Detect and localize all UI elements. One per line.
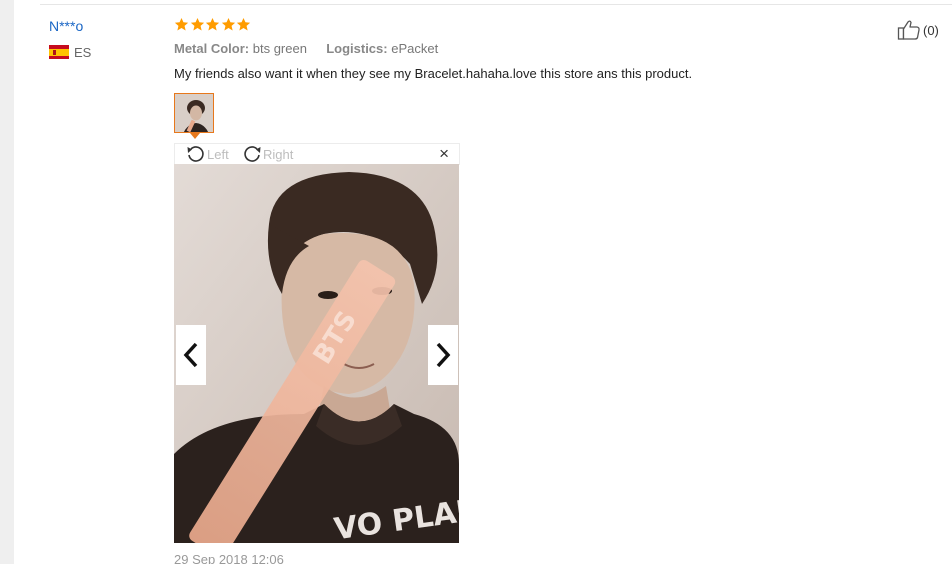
thumbs-up-icon <box>897 20 920 40</box>
like-count: (0) <box>923 22 939 38</box>
buyer-country: ES <box>49 44 91 60</box>
rotate-right-button[interactable]: Right <box>241 144 293 164</box>
previous-photo-button[interactable] <box>176 325 206 385</box>
rotate-left-label: Left <box>207 146 229 162</box>
close-viewer-button[interactable]: × <box>439 145 449 163</box>
thumbnail-pointer <box>190 133 200 139</box>
logistics-value: ePacket <box>391 41 439 56</box>
rotate-cw-icon <box>244 146 261 162</box>
review-photo-thumbnail[interactable] <box>174 93 214 133</box>
country-code: ES <box>74 44 92 60</box>
divider <box>40 4 952 5</box>
rotate-right-label: Right <box>263 146 294 162</box>
metal-color-label: Metal Color: <box>174 41 250 56</box>
order-attributes: Metal Color: bts green Logistics: ePacke… <box>174 41 438 56</box>
photo-viewer: Left Right × VO PLANET# BTS <box>174 143 460 543</box>
review-photo: VO PLANET# BTS <box>174 164 459 543</box>
metal-color-value: bts green <box>252 41 307 56</box>
feedback-page: N***o ES Metal Color: bts green Logistic… <box>0 0 952 564</box>
review-text: My friends also want it when they see my… <box>174 66 693 81</box>
star-icon <box>174 17 189 31</box>
spain-flag-icon <box>49 45 69 59</box>
buyer-name-link[interactable]: N***o <box>49 18 83 34</box>
left-gutter <box>0 0 14 564</box>
next-photo-button[interactable] <box>428 325 458 385</box>
star-icon <box>205 17 220 31</box>
star-icon <box>221 17 235 31</box>
rotate-left-button[interactable]: Left <box>185 144 229 164</box>
review-date: 29 Sep 2018 12:06 <box>174 552 284 564</box>
chevron-right-icon <box>436 342 451 368</box>
viewer-toolbar: Left Right × <box>174 143 460 165</box>
star-icon <box>236 17 251 31</box>
logistics-label: Logistics: <box>326 41 388 56</box>
helpful-like-button[interactable]: (0) <box>897 19 939 41</box>
rotate-ccw-icon <box>187 146 204 162</box>
chevron-left-icon <box>183 342 198 368</box>
star-icon <box>190 17 204 31</box>
star-rating <box>174 17 252 32</box>
